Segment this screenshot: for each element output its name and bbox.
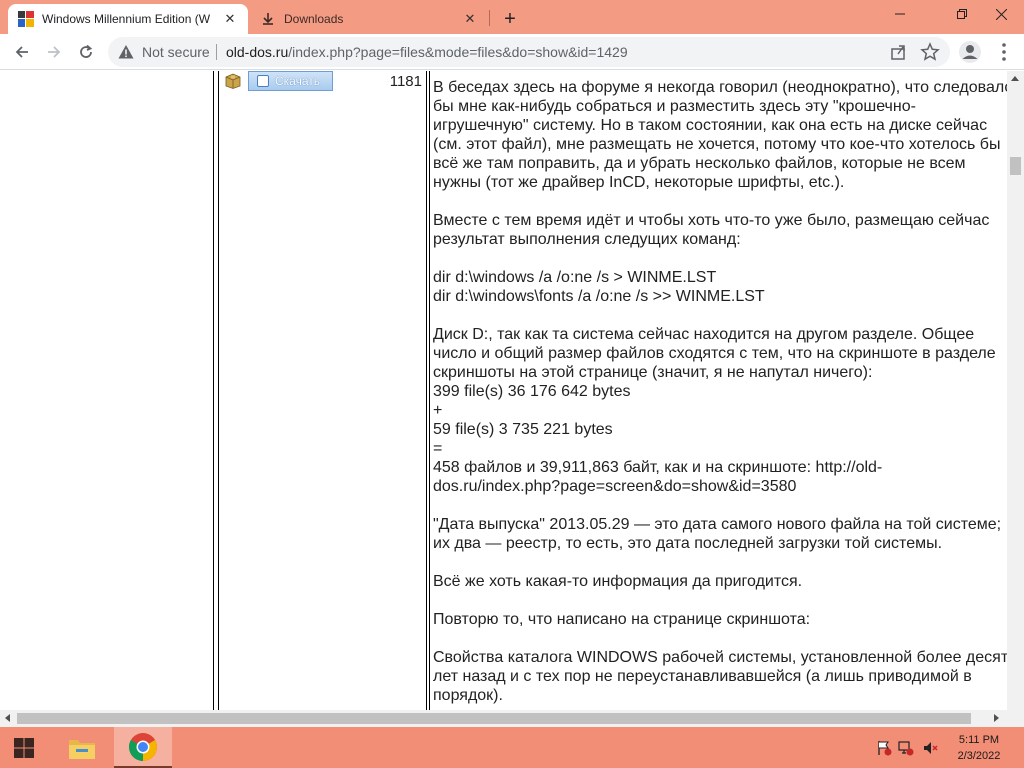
tab-windows-me[interactable]: Windows Millennium Edition (W ✕ (8, 4, 248, 34)
tab-strip: Windows Millennium Edition (W ✕ Download… (0, 0, 1024, 34)
table-border (218, 71, 219, 710)
url-text[interactable]: old-dos.ru/index.php?page=files&mode=fil… (226, 44, 628, 60)
security-label[interactable]: Not secure (142, 44, 210, 60)
clock-date: 2/3/2022 (957, 750, 1001, 762)
download-icon (263, 13, 273, 25)
close-icon[interactable] (978, 0, 1024, 28)
reload-icon[interactable] (72, 38, 100, 66)
download-button-label: Скачать (275, 74, 320, 88)
bookmark-star-icon[interactable] (920, 42, 940, 62)
new-tab-button[interactable]: + (498, 7, 522, 31)
file-explorer-button[interactable] (58, 727, 106, 768)
url-host: old-dos.ru (226, 44, 289, 60)
warning-icon[interactable] (118, 44, 134, 60)
scroll-up-arrow-icon[interactable] (1011, 76, 1019, 81)
horizontal-scroll-thumb[interactable] (17, 713, 971, 724)
forward-arrow-icon[interactable] (40, 38, 68, 66)
minimize-icon[interactable] (877, 0, 923, 28)
file-explorer-icon (69, 739, 95, 759)
volume-muted-icon[interactable] (922, 740, 938, 756)
download-button[interactable]: Скачать (248, 71, 333, 91)
more-menu-icon[interactable] (992, 40, 1016, 64)
close-tab-icon[interactable]: ✕ (460, 9, 480, 29)
chrome-taskbar-button[interactable] (114, 727, 172, 768)
start-button[interactable] (0, 727, 48, 768)
page-viewport: Скачать 1181 В беседах здесь на форуме я… (0, 71, 1007, 710)
omnibox-divider (216, 44, 217, 60)
network-icon[interactable] (898, 740, 914, 756)
file-description: В беседах здесь на форуме я некогда гово… (433, 79, 1007, 704)
table-border (213, 71, 214, 710)
taskbar: 5:11 PM 2/3/2022 (0, 727, 1024, 768)
vertical-scroll-thumb[interactable] (1010, 157, 1021, 175)
address-bar[interactable]: Not secure old-dos.ru/index.php?page=fil… (108, 37, 950, 67)
url-path: /index.php?page=files&mode=files&do=show… (288, 44, 628, 60)
vertical-scrollbar[interactable] (1007, 71, 1024, 710)
download-disk-icon (257, 75, 269, 87)
tab-downloads[interactable]: Downloads ✕ (250, 4, 488, 34)
share-icon[interactable] (888, 42, 908, 62)
tab-separator (489, 10, 490, 26)
tab-title: Downloads (284, 12, 344, 26)
horizontal-scrollbar[interactable] (0, 710, 1024, 727)
system-clock[interactable]: 5:11 PM 2/3/2022 (944, 732, 1014, 764)
back-arrow-icon[interactable] (8, 38, 36, 66)
browser-toolbar: Not secure old-dos.ru/index.php?page=fil… (0, 34, 1024, 70)
flag-icon[interactable] (876, 740, 892, 756)
archive-icon (225, 73, 241, 89)
scroll-right-arrow-icon[interactable] (994, 714, 999, 722)
table-border (426, 71, 427, 710)
windows-logo-icon (14, 737, 34, 758)
tab-title: Windows Millennium Edition (W (42, 12, 211, 26)
clock-time: 5:11 PM (958, 734, 1000, 746)
close-tab-icon[interactable]: ✕ (220, 9, 240, 29)
chrome-icon (129, 732, 157, 761)
download-count: 1181 (389, 73, 422, 90)
ms-logo-favicon (18, 11, 34, 27)
table-border (429, 71, 430, 710)
profile-avatar-icon[interactable] (958, 40, 982, 64)
scroll-left-arrow-icon[interactable] (5, 714, 10, 722)
